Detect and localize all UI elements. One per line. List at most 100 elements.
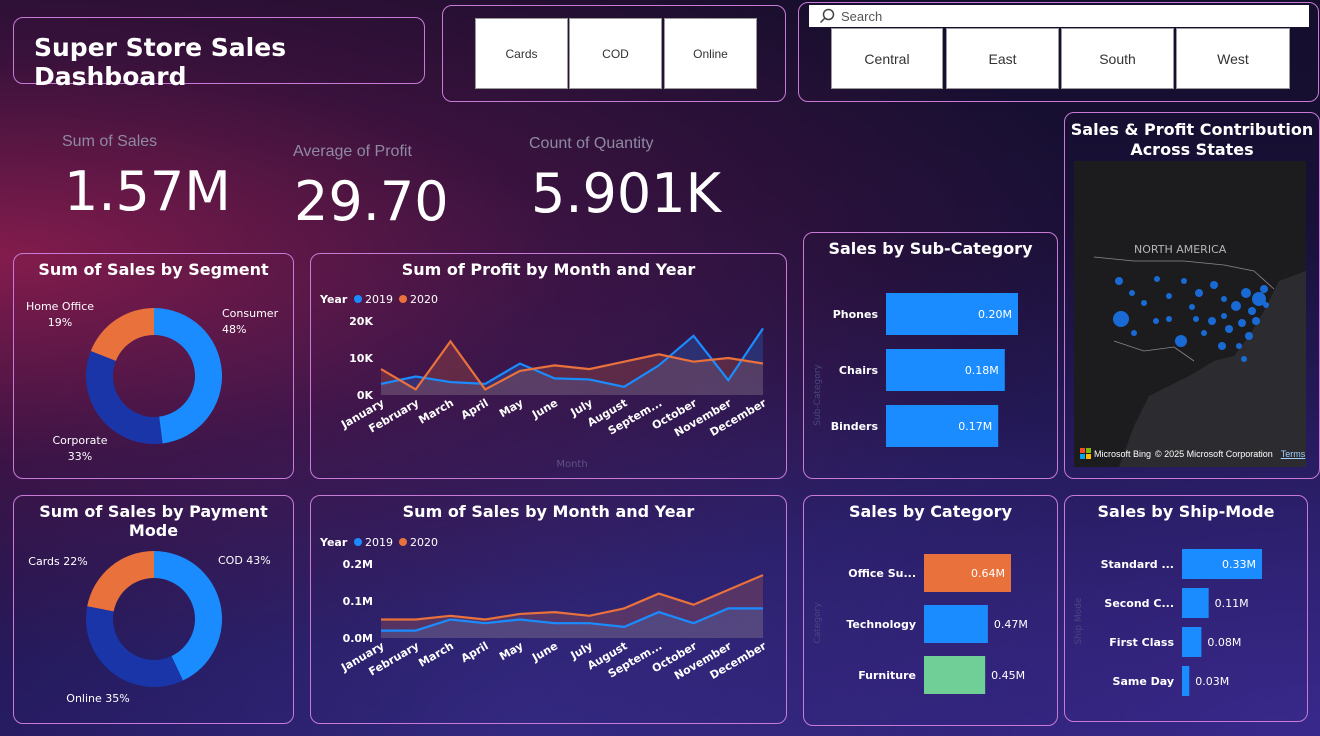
legend-marker-2019	[354, 538, 362, 546]
map-region-label: NORTH AMERICA	[1134, 243, 1227, 256]
map-attribution: Microsoft Bing	[1094, 448, 1152, 459]
data-label: 0.20M	[978, 308, 1012, 321]
kpi-sales-label: Sum of Sales	[62, 133, 158, 150]
slicer-item-east[interactable]: East	[946, 28, 1059, 89]
category-bar-chart: Office Su... 0.64M Technology 0.47M Furnitur…	[813, 554, 1028, 694]
y-tick-label: 0.1M	[343, 595, 373, 608]
x-tick-label: March	[416, 639, 456, 669]
page-title: Super Store Sales Dashboard	[34, 33, 287, 91]
map-title-line1: Sales & Profit Contribution	[1070, 120, 1314, 139]
state-bubble	[1208, 317, 1216, 325]
subcategory-bar-chart: Phones 0.20M Chairs 0.18M Binders 0.17M Sub-Ca…	[813, 293, 1018, 447]
state-bubble	[1238, 319, 1246, 327]
bar	[1182, 588, 1209, 618]
x-tick-label: June	[529, 396, 560, 421]
state-bubble	[1210, 281, 1218, 289]
title-card: Super Store Sales Dashboard	[13, 17, 425, 91]
donut-label: Consumer 48%	[222, 307, 279, 336]
category-label: First Class	[1109, 636, 1174, 649]
profit-area-chart: Year 2019 20200K10K20KJanuaryFebruaryMarch…	[319, 293, 769, 470]
region-slicer: Search Central East South West	[798, 2, 1319, 102]
state-bubble	[1115, 277, 1123, 285]
shipmode-bar-chart: Standard ... 0.33M Second C... 0.11M First C…	[1074, 549, 1262, 696]
microsoft-logo-icon	[1080, 448, 1091, 459]
data-label: 0.08M	[1207, 636, 1241, 649]
state-bubble	[1166, 293, 1172, 299]
category-label: Office Su...	[848, 567, 916, 580]
kpi-quantity-label: Count of Quantity	[529, 135, 654, 152]
kpi-profit-value: 29.70	[294, 170, 449, 233]
legend-marker-2020	[399, 295, 407, 303]
bar	[924, 605, 988, 643]
state-bubble	[1113, 311, 1129, 327]
state-bubble	[1129, 290, 1135, 296]
legend-label-2020: 2020	[410, 293, 438, 306]
slicer-item-cards[interactable]: Cards	[475, 18, 568, 89]
state-bubble	[1131, 330, 1137, 336]
slicer-item-online[interactable]: Online	[664, 18, 757, 89]
state-bubble	[1231, 301, 1241, 311]
x-tick-label: June	[529, 639, 560, 664]
state-bubble	[1175, 335, 1187, 347]
donut-slice-corporate	[86, 350, 163, 444]
kpi-sales-value: 1.57M	[64, 160, 231, 223]
legend-label-2019: 2019	[365, 293, 393, 306]
state-bubble	[1263, 302, 1269, 308]
map-card: Sales & Profit Contribution Across State…	[1064, 112, 1320, 479]
slicer-item-central[interactable]: Central	[831, 28, 943, 89]
donut-slice-home-office	[90, 308, 154, 361]
payment-mode-slicer: Cards COD Online	[442, 5, 786, 102]
state-bubble	[1236, 343, 1242, 349]
state-bubble	[1248, 307, 1256, 315]
donut-slice-online	[86, 606, 183, 687]
legend-label-2020: 2020	[410, 536, 438, 549]
category-label: Furniture	[858, 669, 916, 682]
slicer-item-west[interactable]: West	[1176, 28, 1290, 89]
y-tick-label: 0K	[357, 389, 374, 402]
donut-slice-consumer	[154, 308, 223, 444]
data-label: 0.47M	[994, 618, 1028, 631]
y-tick-label: 10K	[349, 352, 373, 365]
x-tick-label: March	[416, 396, 456, 426]
bar	[1182, 627, 1202, 657]
shipmode-chart-card: Sales by Ship-Mode Standard ... 0.33M Seco…	[1064, 495, 1308, 722]
y-tick-label: 0.0M	[343, 632, 373, 645]
data-label: 0.18M	[965, 364, 999, 377]
map-terms-link[interactable]: Terms	[1281, 449, 1306, 459]
data-label: 0.45M	[991, 669, 1025, 682]
state-bubble	[1252, 317, 1260, 325]
search-input[interactable]: Search	[809, 5, 1309, 27]
state-bubble	[1260, 285, 1268, 293]
slicer-item-cod[interactable]: COD	[569, 18, 662, 89]
y-axis-title: Category	[813, 602, 823, 644]
x-tick-label: April	[459, 639, 491, 665]
state-bubble	[1218, 342, 1226, 350]
category-label: Chairs	[839, 364, 879, 377]
state-bubble	[1245, 332, 1253, 340]
slicer-item-south[interactable]: South	[1061, 28, 1174, 89]
state-bubble	[1154, 276, 1160, 282]
subcategory-chart-card: Sales by Sub-Category Phones 0.20M Chairs 0…	[803, 232, 1058, 479]
payment-chart-card: Sum of Sales by Payment Mode COD 43% Onli…	[13, 495, 294, 724]
category-label: Same Day	[1113, 675, 1174, 688]
state-bubble	[1221, 296, 1227, 302]
donut-label: Online 35%	[66, 692, 129, 705]
x-tick-label: May	[497, 396, 525, 420]
donut-label: Cards 22%	[28, 555, 87, 568]
state-bubble	[1193, 316, 1199, 322]
category-label: Technology	[846, 618, 916, 631]
state-bubble	[1225, 325, 1233, 333]
category-label: Binders	[831, 420, 879, 433]
map-copyright: © 2025 Microsoft Corporation	[1155, 448, 1273, 459]
donut-label: Corporate 33%	[53, 434, 108, 463]
category-label: Second C...	[1104, 597, 1174, 610]
donut-label: Home Office 19%	[26, 300, 94, 329]
map-land	[1074, 161, 1306, 467]
segment-donut-chart: Consumer 48% Corporate 33% Home Office 19%	[26, 300, 279, 463]
sales-area-chart: Year 2019 20200.0M0.1M0.2MJanuaryFebruaryM…	[319, 536, 769, 682]
y-tick-label: 0.2M	[343, 558, 373, 571]
states-map[interactable]: NORTH AMERICA Microsoft Bing © 2025 Micr…	[1074, 161, 1306, 467]
search-icon	[819, 8, 835, 24]
state-bubble	[1181, 278, 1187, 284]
state-bubble	[1153, 318, 1159, 324]
